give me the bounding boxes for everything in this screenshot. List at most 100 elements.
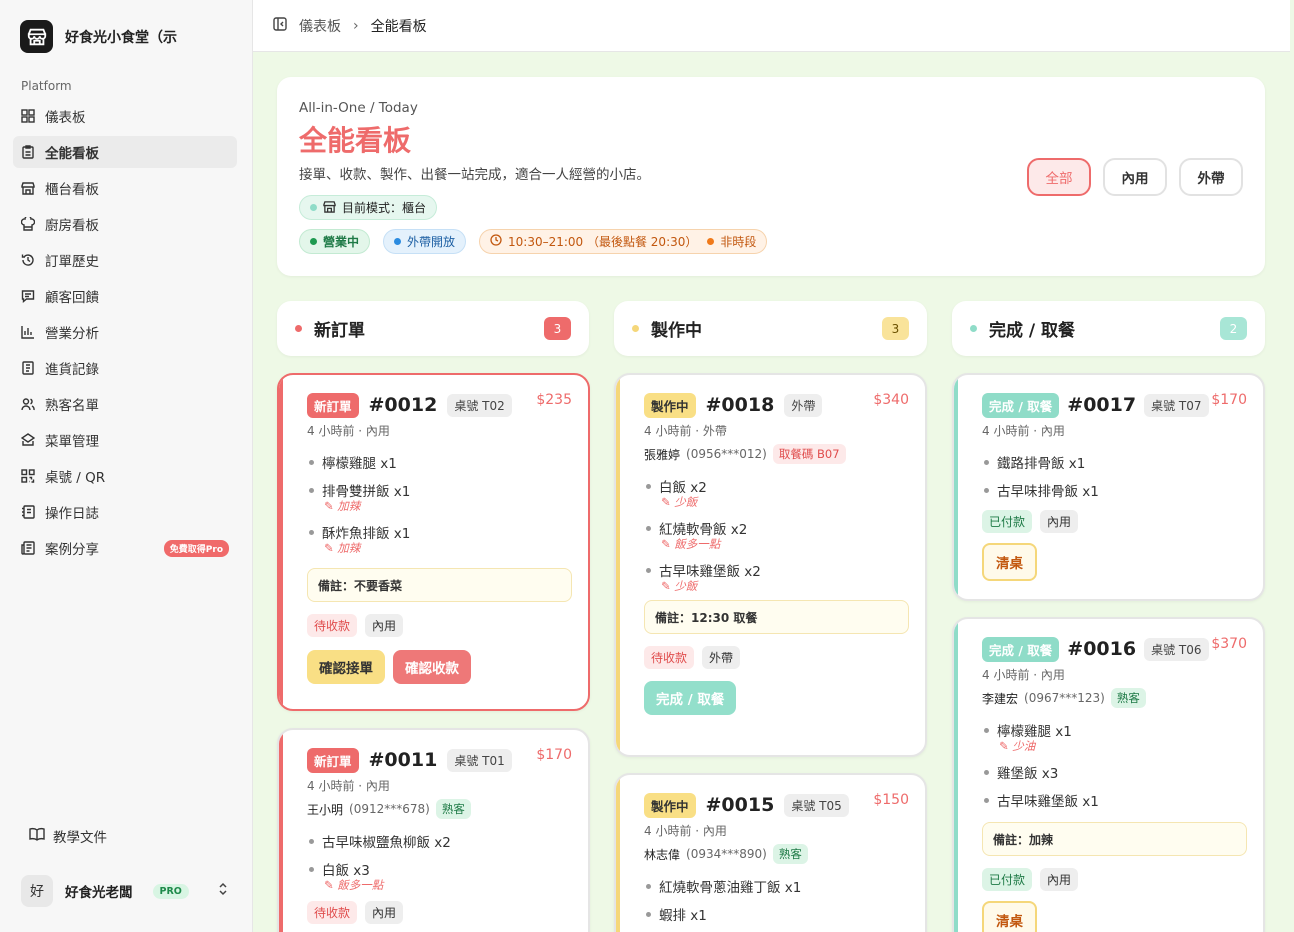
order-card[interactable]: 製作中 #0015 桌號 T05 $150 4 小時前 · 內用 林志偉 (09… (614, 773, 927, 932)
order-number: #0017 (1067, 394, 1137, 416)
chevron-right-icon: › (353, 17, 359, 34)
docs-link[interactable]: 教學文件 (29, 826, 107, 846)
chevron-updown-icon (218, 882, 228, 900)
order-meta: 4 小時前 · 內用 (307, 424, 390, 438)
remark-box: 備註：不要香菜 (307, 568, 572, 602)
column-title: 製作中 (651, 321, 702, 341)
column-title: 完成 / 取餐 (989, 321, 1076, 341)
status-dot (632, 325, 639, 332)
table-tag: 桌號 T05 (784, 793, 849, 817)
complete-pickup-button[interactable]: 完成 / 取餐 (644, 681, 737, 715)
open-status-pill: 營業中 (299, 229, 371, 254)
section-label: Platform (21, 79, 72, 93)
sidebar-item-label: 營業分析 (45, 326, 99, 342)
order-card[interactable]: 新訂單 #0011 桌號 T01 $170 4 小時前 · 內用 王小明 (09… (277, 728, 590, 932)
order-total: $370 (1211, 636, 1247, 652)
order-meta: 4 小時前 · 內用 (644, 824, 727, 838)
sidebar-item-feedback[interactable]: 顧客回饋 (13, 280, 237, 312)
status-dot (970, 325, 977, 332)
card-accent (954, 619, 958, 932)
payment-status: 待收款 (307, 614, 358, 637)
filter-all-button[interactable]: 全部 (1027, 158, 1091, 196)
status-badge: 新訂單 (307, 747, 359, 773)
order-number: #0012 (368, 394, 438, 416)
sidebar-item-kitchen[interactable]: 廚房看板 (13, 208, 237, 240)
qr-icon (21, 469, 35, 483)
confirm-payment-button[interactable]: 確認收款 (393, 650, 471, 684)
order-meta: 4 小時前 · 外帶 (644, 424, 727, 438)
sidebar-item-allinone[interactable]: 全能看板 (13, 136, 237, 168)
list-item: 檸檬雞腿 x1 (307, 448, 572, 476)
breadcrumb-parent[interactable]: 儀表板 (299, 16, 341, 36)
sidebar-item-label: 操作日誌 (45, 506, 99, 522)
card-accent (616, 775, 620, 932)
order-meta: 4 小時前 · 內用 (982, 424, 1065, 438)
store-icon (21, 181, 35, 195)
order-card[interactable]: 完成 / 取餐 #0016 桌號 T06 $370 4 小時前 · 內用 李建宏… (952, 617, 1265, 932)
status-badge: 完成 / 取餐 (982, 636, 1060, 662)
payment-status: 已付款 (982, 510, 1033, 533)
sidebar-item-analytics[interactable]: 營業分析 (13, 316, 237, 348)
sidebar-item-qr[interactable]: 桌號 / QR (13, 460, 237, 492)
order-total: $150 (873, 792, 909, 808)
hero-subtitle: All-in-One / Today (299, 100, 418, 116)
payment-status: 待收款 (644, 646, 695, 669)
item-note: ✎ 少飯 (661, 579, 698, 593)
sidebar-item-cases[interactable]: 案例分享 免費取得Pro (13, 532, 237, 564)
remark-box: 備註：加辣 (982, 822, 1247, 856)
sidebar-item-menu[interactable]: 菜單管理 (13, 424, 237, 456)
hours-pill: 10:30–21:00 （最後點餐 20:30） 非時段 (479, 229, 768, 254)
clear-table-button[interactable]: 清桌 (982, 901, 1037, 932)
sidebar-item-regulars[interactable]: 熟客名單 (13, 388, 237, 420)
sidebar-item-purchases[interactable]: 進貨記錄 (13, 352, 237, 384)
sidebar-item-counter[interactable]: 櫃台看板 (13, 172, 237, 204)
user-menu[interactable]: 好 好食光老闆 PRO (21, 874, 236, 908)
sidebar-item-label: 儀表板 (45, 110, 86, 126)
list-item: 古早味雞堡飯 x1 (982, 786, 1247, 814)
hero-panel: All-in-One / Today 全能看板 接單、收款、製作、出餐一站完成，… (277, 77, 1265, 276)
order-card[interactable]: 新訂單 #0012 桌號 T02 $235 4 小時前 · 內用 檸檬雞腿 x1… (277, 373, 590, 711)
open-status-label: 營業中 (323, 235, 360, 249)
sidebar-nav: 儀表板 全能看板 櫃台看板 廚房看板 訂單歷史 顧客回饋 營業分析 進貨記錄 熟… (13, 100, 237, 568)
confirm-order-button[interactable]: 確認接單 (307, 650, 385, 684)
remark-box: 備註：12:30 取餐 (644, 600, 909, 634)
sidebar-item-logs[interactable]: 操作日誌 (13, 496, 237, 528)
brand[interactable]: 好食光小食堂（示 (20, 20, 205, 53)
customer-info: 王小明 (0912***678) 熟客 (307, 799, 572, 819)
order-meta: 4 小時前 · 內用 (307, 779, 390, 793)
type-tag: 外帶 (784, 393, 823, 417)
order-total: $235 (536, 392, 572, 408)
count-badge: 2 (1220, 317, 1247, 340)
book-icon (29, 827, 45, 845)
customer-phone: (0934***890) (686, 847, 767, 861)
clock-icon (490, 234, 502, 249)
count-badge: 3 (544, 317, 571, 340)
order-card[interactable]: 完成 / 取餐 #0017 桌號 T07 $170 4 小時前 · 內用 鐵路排… (952, 373, 1265, 601)
sidebar-item-dashboard[interactable]: 儀表板 (13, 100, 237, 132)
user-name: 好食光老闆 (65, 885, 133, 901)
customer-info: 李建宏 (0967***123) 熟客 (982, 688, 1247, 708)
order-type: 內用 (1040, 510, 1079, 533)
customer-name: 王小明 (307, 802, 344, 817)
sidebar-item-history[interactable]: 訂單歷史 (13, 244, 237, 276)
order-card[interactable]: 製作中 #0018 外帶 $340 4 小時前 · 外帶 張雅婷 (0956**… (614, 373, 927, 757)
table-tag: 桌號 T06 (1144, 637, 1209, 661)
order-type: 內用 (365, 901, 404, 924)
newspaper-icon (21, 541, 35, 555)
topbar: 儀表板 › 全能看板 (253, 0, 1290, 52)
filter-dinein-button[interactable]: 內用 (1103, 158, 1167, 196)
history-icon (21, 253, 35, 267)
filter-takeout-button[interactable]: 外帶 (1179, 158, 1243, 196)
card-accent (279, 375, 283, 709)
order-total: $170 (1211, 392, 1247, 408)
item-note: ✎ 飯多一點 (324, 878, 384, 892)
list-item: 蝦排 x1 (644, 900, 909, 928)
item-note: ✎ 飯多一點 (661, 537, 721, 551)
sidebar-toggle-icon[interactable] (273, 16, 287, 35)
clear-table-button[interactable]: 清桌 (982, 543, 1037, 581)
item-note: ✎ 加辣 (324, 499, 361, 513)
card-accent (954, 375, 958, 599)
sidebar-item-label: 熟客名單 (45, 398, 99, 414)
mode-pill: 目前模式：櫃台 (299, 195, 438, 220)
sidebar-item-label: 案例分享 (45, 542, 99, 558)
